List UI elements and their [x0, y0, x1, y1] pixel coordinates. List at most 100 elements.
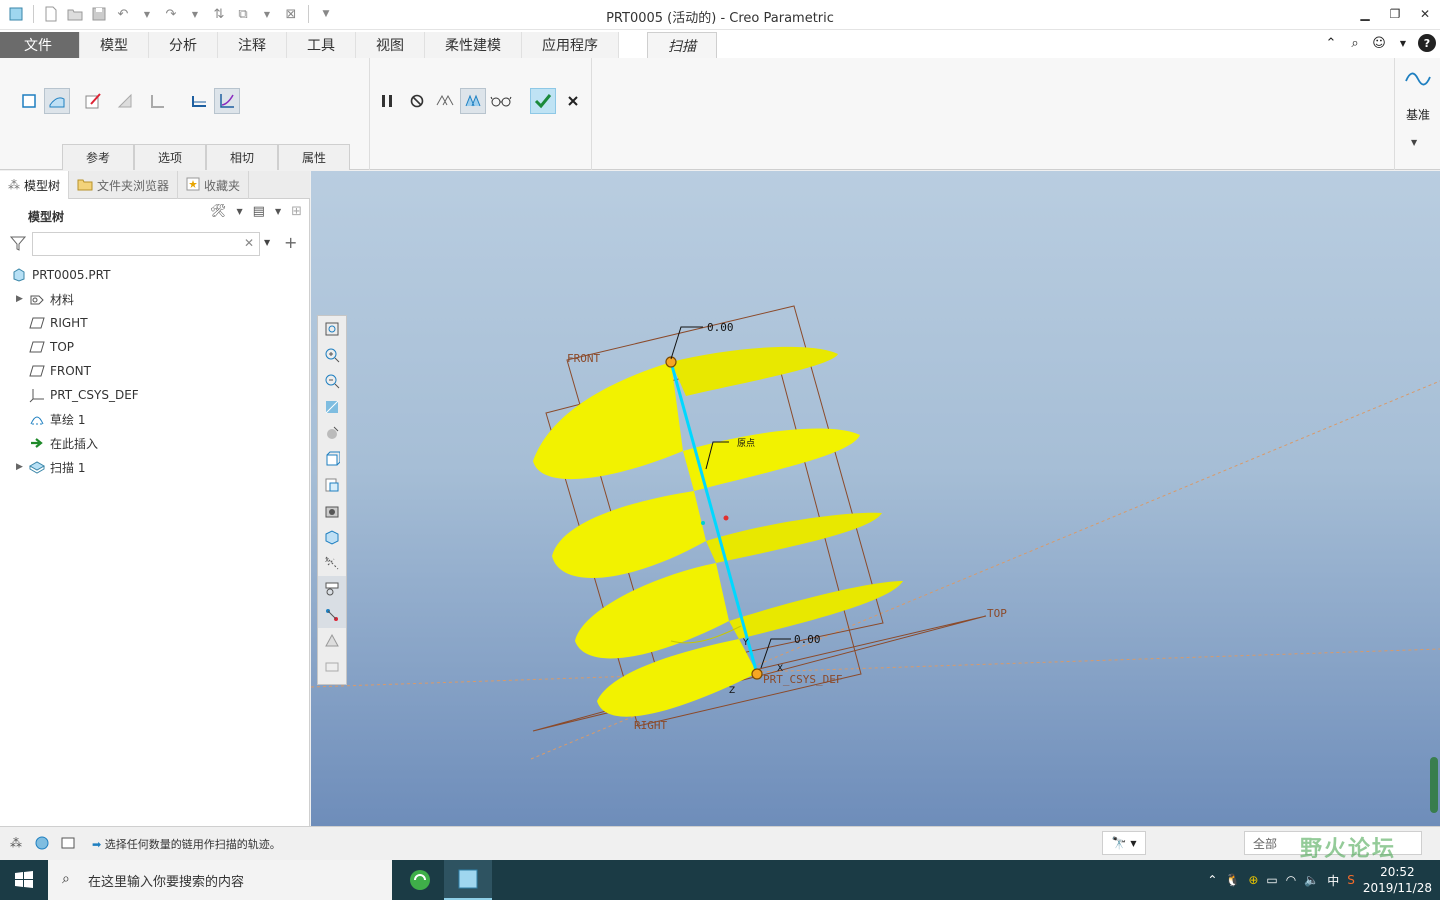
tab-references[interactable]: 参考: [62, 144, 134, 170]
tab-tools[interactable]: 工具: [287, 32, 356, 58]
tree-settings-dropdown-icon[interactable]: ▼: [236, 207, 242, 216]
tab-file[interactable]: 文件: [0, 32, 80, 58]
expand-arrow-icon[interactable]: ▶: [16, 294, 28, 304]
minimize-icon[interactable]: ▁: [1350, 0, 1380, 28]
collapse-ribbon-icon[interactable]: ⌃: [1322, 34, 1340, 52]
add-filter-icon[interactable]: +: [284, 233, 297, 252]
saved-orientations-icon[interactable]: [318, 446, 346, 472]
dashboard-tabs: 参考 选项 相切 属性: [62, 144, 350, 170]
graphics-window[interactable]: FRONT TOP RIGHT PRT_CSYS_DEF 0.00 0.00 原…: [311, 171, 1440, 826]
tab-applications[interactable]: 应用程序: [522, 32, 619, 58]
full-screen-icon[interactable]: [58, 833, 78, 853]
network-icon[interactable]: ◠: [1286, 873, 1296, 887]
clear-filter-icon[interactable]: ✕: [244, 236, 254, 250]
dimension-bottom-value[interactable]: 0.00: [794, 633, 821, 646]
datum-label[interactable]: 基准: [1395, 106, 1440, 123]
expand-arrow-icon[interactable]: ▶: [16, 462, 28, 472]
navigator-toggle-icon[interactable]: ⁂: [6, 833, 26, 853]
tree-item-front[interactable]: FRONT: [0, 359, 310, 383]
volume-icon[interactable]: 🔈: [1304, 873, 1319, 887]
community-icon[interactable]: ☺: [1370, 34, 1388, 52]
filter-dropdown-icon[interactable]: ▼: [264, 238, 270, 247]
preview-feature-icon[interactable]: [460, 88, 486, 114]
end-point-handle[interactable]: [751, 668, 763, 680]
tree-item-sweep[interactable]: ▶ 扫描 1: [0, 455, 310, 479]
show-columns-dropdown-icon[interactable]: ▼: [275, 207, 281, 216]
ime-indicator[interactable]: 中: [1327, 872, 1339, 889]
zoom-in-icon[interactable]: [318, 342, 346, 368]
tab-options[interactable]: 选项: [134, 144, 206, 170]
remove-material-icon[interactable]: [112, 88, 138, 114]
search-icon[interactable]: ⌕: [1346, 34, 1364, 52]
tree-item-insert-here[interactable]: 在此插入: [0, 431, 310, 455]
display-style-icon[interactable]: [318, 420, 346, 446]
help-icon[interactable]: ?: [1418, 34, 1436, 52]
tab-model[interactable]: 模型: [80, 32, 149, 58]
no-preview-icon[interactable]: [404, 88, 430, 114]
find-button[interactable]: 🔭 ▼: [1102, 831, 1146, 855]
tab-flexible-modeling[interactable]: 柔性建模: [425, 32, 522, 58]
tree-filter-settings-icon[interactable]: ⊞: [291, 204, 302, 219]
battery-icon[interactable]: ▭: [1266, 873, 1277, 887]
browser-toggle-icon[interactable]: [32, 833, 52, 853]
show-hidden-icons[interactable]: ⌃: [1207, 873, 1217, 887]
tab-tangency[interactable]: 相切: [206, 144, 278, 170]
annotation-display-icon[interactable]: [318, 576, 346, 602]
restore-icon[interactable]: ❐: [1380, 0, 1410, 28]
taskbar-app-browser[interactable]: [396, 860, 444, 900]
security-plus-icon[interactable]: ⊕: [1248, 873, 1258, 887]
thicken-icon[interactable]: [144, 88, 170, 114]
start-button[interactable]: [0, 860, 48, 900]
tab-properties[interactable]: 属性: [278, 144, 350, 170]
preview-geometry-icon[interactable]: [432, 88, 458, 114]
solid-icon[interactable]: [16, 88, 42, 114]
surface-icon[interactable]: [44, 88, 70, 114]
verify-glasses-icon[interactable]: [488, 88, 514, 114]
tree-item-top[interactable]: TOP: [0, 335, 310, 359]
variable-section-icon[interactable]: [214, 88, 240, 114]
community-dropdown-icon[interactable]: ▼: [1394, 34, 1412, 52]
show-columns-icon[interactable]: ▤: [253, 204, 265, 219]
tab-model-tree[interactable]: ⁂ 模型树: [0, 171, 70, 199]
tree-item-sketch[interactable]: 草绘 1: [0, 407, 310, 431]
scroll-indicator[interactable]: [1430, 757, 1438, 813]
tab-view[interactable]: 视图: [356, 32, 425, 58]
tree-item-right[interactable]: RIGHT: [0, 311, 310, 335]
pause-icon[interactable]: [374, 88, 400, 114]
tree-settings-icon[interactable]: 🛠: [210, 204, 227, 219]
ok-check-icon[interactable]: [530, 88, 556, 114]
taskbar-app-creo[interactable]: [444, 860, 492, 900]
tab-favorites[interactable]: 收藏夹: [178, 171, 250, 199]
tree-item-part[interactable]: PRT0005.PRT: [0, 263, 310, 287]
section-view-icon[interactable]: [318, 524, 346, 550]
datum-display-filters-icon[interactable]: x: [318, 550, 346, 576]
datum-dropdown-icon[interactable]: ▼: [1411, 138, 1417, 147]
cancel-x-icon[interactable]: [560, 88, 586, 114]
view-manager-icon[interactable]: [318, 472, 346, 498]
tree-search-input[interactable]: [32, 232, 260, 256]
zoom-out-icon[interactable]: [318, 368, 346, 394]
refit-icon[interactable]: [318, 316, 346, 342]
tab-analysis[interactable]: 分析: [149, 32, 218, 58]
spin-center-icon[interactable]: [318, 602, 346, 628]
clock[interactable]: 20:52 2019/11/28: [1363, 864, 1432, 896]
qq-icon[interactable]: 🐧: [1225, 873, 1240, 887]
constant-section-icon[interactable]: [186, 88, 212, 114]
filter-funnel-icon[interactable]: [9, 235, 27, 254]
tree-item-csys[interactable]: PRT_CSYS_DEF: [0, 383, 310, 407]
close-icon[interactable]: ✕: [1410, 0, 1440, 28]
taskbar-search[interactable]: ⌕ 在这里输入你要搜索的内容: [48, 860, 392, 900]
more-tools-icon[interactable]: [318, 654, 346, 680]
appearance-icon[interactable]: [318, 628, 346, 654]
sketch-section-icon[interactable]: [80, 88, 106, 114]
csys-label: PRT_CSYS_DEF: [763, 673, 842, 686]
tab-folder-browser[interactable]: 文件夹浏览器: [69, 171, 179, 199]
perspective-view-icon[interactable]: [318, 498, 346, 524]
tab-sweep[interactable]: 扫描: [647, 32, 717, 58]
tab-annotate[interactable]: 注释: [218, 32, 287, 58]
datum-curve-icon[interactable]: [1403, 64, 1433, 94]
sogou-ime-icon[interactable]: S: [1347, 873, 1355, 887]
tree-item-material[interactable]: ▶ 材料: [0, 287, 310, 311]
repaint-icon[interactable]: [318, 394, 346, 420]
dimension-top-value[interactable]: 0.00: [707, 321, 734, 334]
